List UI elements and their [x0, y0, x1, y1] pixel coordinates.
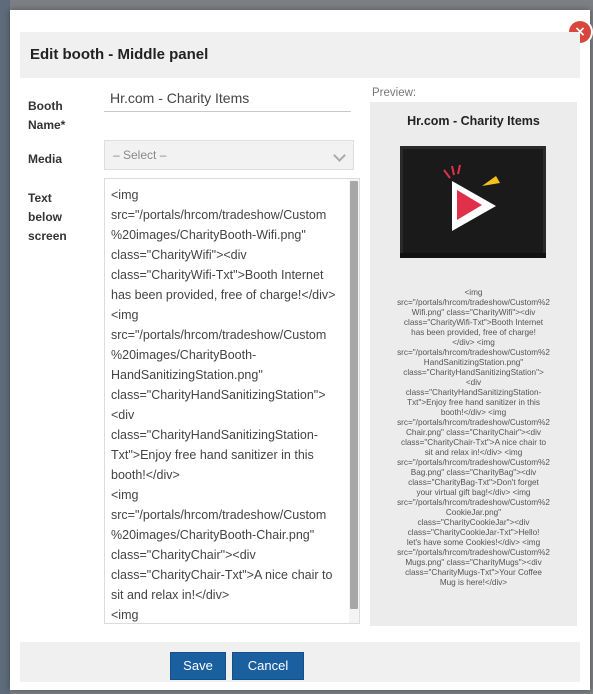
text-below-screen-textarea[interactable]: <img src="/portals/hrcom/tradeshow/Custo…: [104, 178, 360, 624]
modal-header: Edit booth - Middle panel: [20, 32, 580, 78]
scrollbar-thumb[interactable]: [350, 181, 358, 609]
save-button[interactable]: Save: [170, 652, 226, 680]
media-label: Media: [28, 152, 63, 166]
page-backdrop: [0, 0, 10, 694]
preview-text: <img src="/portals/hrcom/tradeshow/Custo…: [397, 288, 550, 587]
booth-name-input[interactable]: [104, 84, 351, 112]
chevron-down-icon: [333, 149, 346, 162]
text-below-screen-label: Text below screen: [28, 191, 67, 243]
modal-title: Edit booth - Middle panel: [30, 46, 209, 63]
preview-title: Hr.com - Charity Items: [407, 114, 540, 128]
booth-name-label: Booth Name*: [28, 99, 66, 132]
textarea-content: <img src="/portals/hrcom/tradeshow/Custo…: [111, 188, 336, 622]
media-select-value: – Select –: [113, 148, 167, 162]
textarea-scrollbar[interactable]: [349, 179, 359, 623]
media-select[interactable]: – Select –: [104, 140, 354, 170]
cancel-button[interactable]: Cancel: [232, 652, 304, 680]
preview-panel: Hr.com - Charity Items <img src="/portal…: [370, 102, 577, 626]
preview-screen-image: [400, 146, 546, 258]
preview-label: Preview:: [372, 87, 417, 99]
